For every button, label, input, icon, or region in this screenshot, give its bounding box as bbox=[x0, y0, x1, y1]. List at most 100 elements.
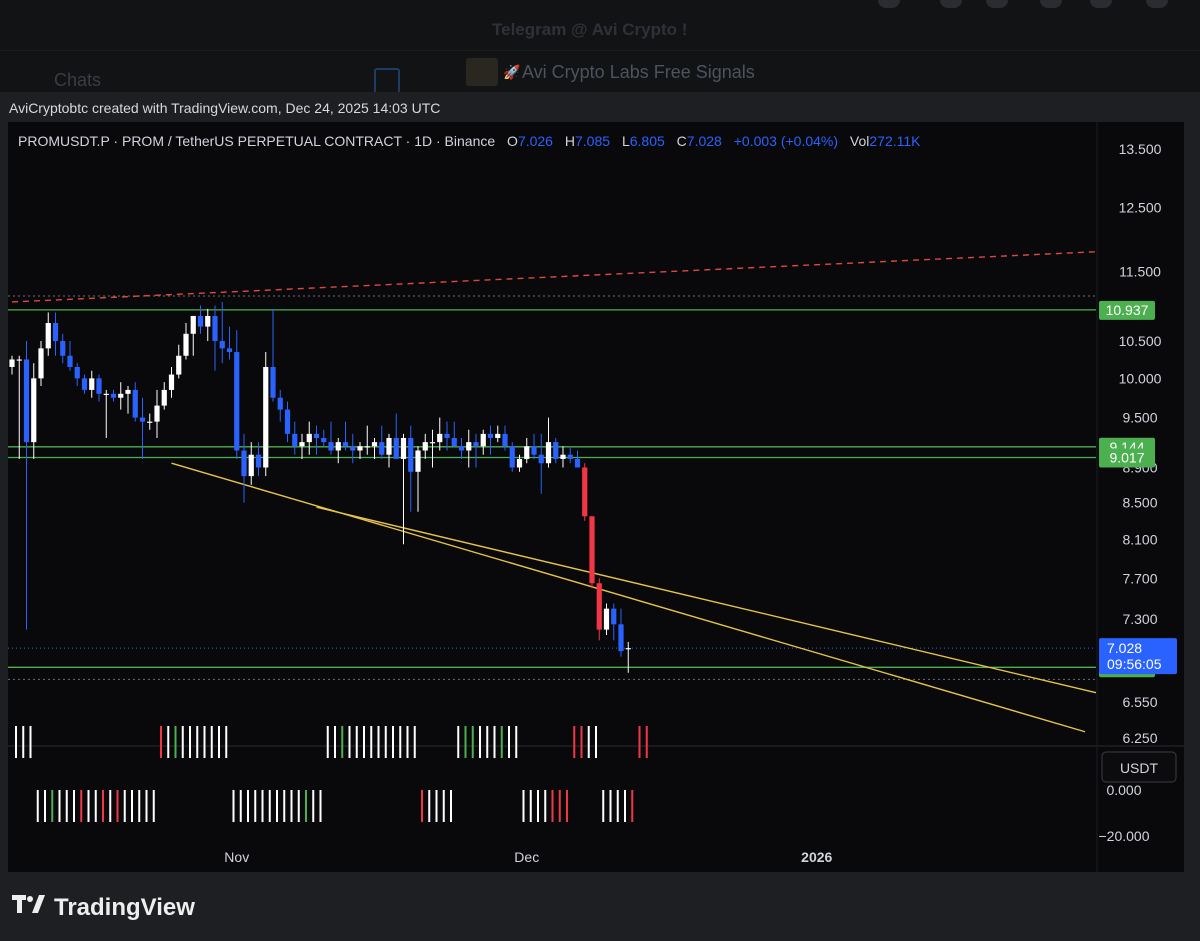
channel-name[interactable]: Avi Crypto Labs Free Signals bbox=[522, 62, 755, 83]
indicator-tick-label: 0.000 bbox=[1106, 782, 1141, 798]
current-price-text: 7.028 bbox=[1107, 640, 1142, 656]
tradingview-logo-icon bbox=[12, 893, 46, 922]
titlebar-icon[interactable] bbox=[1040, 0, 1062, 8]
titlebar-icon[interactable] bbox=[1146, 0, 1168, 8]
high-label: H bbox=[565, 133, 575, 149]
titlebar-icon[interactable] bbox=[878, 0, 900, 8]
candle-body bbox=[321, 437, 327, 443]
x-tick-label: Dec bbox=[514, 849, 539, 865]
candle-body bbox=[400, 437, 407, 459]
candle-body bbox=[284, 409, 291, 434]
y-tick-label: 9.500 bbox=[1122, 410, 1157, 426]
channel-avatar[interactable] bbox=[466, 58, 498, 86]
candle-body bbox=[509, 446, 515, 468]
candle-body bbox=[67, 355, 73, 367]
telegram-divider bbox=[0, 50, 1200, 51]
candle-body bbox=[429, 442, 436, 444]
x-tick-label: Nov bbox=[224, 849, 249, 865]
candle-body bbox=[154, 405, 160, 422]
candle-body bbox=[263, 366, 269, 468]
candle-body bbox=[219, 341, 225, 349]
candle-body bbox=[103, 393, 109, 396]
indicator-tick-label: −20.000 bbox=[1099, 828, 1150, 844]
candle-body bbox=[313, 433, 320, 438]
candle-body bbox=[437, 433, 443, 443]
candle-body bbox=[574, 458, 581, 468]
candle-body bbox=[516, 458, 523, 468]
y-tick-label: 8.500 bbox=[1122, 495, 1157, 511]
candle-body bbox=[466, 442, 472, 451]
candle-body bbox=[197, 315, 204, 327]
candle-body bbox=[45, 323, 51, 349]
candle-body bbox=[89, 378, 95, 390]
tradingview-brand: TradingView bbox=[12, 893, 195, 922]
y-tick-label: 8.100 bbox=[1122, 532, 1157, 548]
candle-body bbox=[545, 442, 552, 464]
candle-body bbox=[205, 315, 211, 327]
candle-body bbox=[357, 446, 363, 451]
candle-body bbox=[60, 341, 66, 356]
candle-body bbox=[168, 374, 175, 390]
candle-body bbox=[38, 348, 44, 379]
candle-body bbox=[625, 648, 631, 650]
candle-body bbox=[110, 393, 117, 398]
candle-body bbox=[176, 355, 182, 375]
volume-label: Vol bbox=[850, 133, 869, 149]
titlebar-icon[interactable] bbox=[1090, 0, 1112, 8]
candle-body bbox=[386, 437, 392, 455]
candle-body bbox=[560, 454, 566, 459]
x-tick-label: 2026 bbox=[801, 849, 832, 865]
candle-body bbox=[589, 516, 595, 584]
y-tick-label: 7.700 bbox=[1122, 570, 1157, 586]
candle-body bbox=[408, 437, 414, 472]
close-value: 7.028 bbox=[687, 133, 722, 149]
candle-body bbox=[415, 450, 421, 472]
candle-body bbox=[379, 442, 385, 455]
y-tick-label: 10.000 bbox=[1119, 370, 1162, 386]
candle-body bbox=[306, 433, 312, 443]
candle-body bbox=[618, 624, 624, 652]
candle-body bbox=[132, 389, 138, 418]
countdown-text: 09:56:05 bbox=[1107, 656, 1162, 672]
candle-body bbox=[226, 348, 233, 353]
chart-panel[interactable]: 0.000 −20.000 13.500 12.500 11.500 10.500 10.… bbox=[8, 122, 1184, 872]
usdt-button[interactable]: USDT bbox=[1101, 751, 1177, 783]
candle-body bbox=[458, 446, 465, 451]
candle-body bbox=[31, 378, 37, 443]
telegram-window-bar: Telegram @ Avi Crypto ! Chats 🚀 Avi Cryp… bbox=[0, 0, 1200, 94]
candle-body bbox=[328, 442, 334, 451]
usdt-button-label: USDT bbox=[1120, 760, 1159, 776]
candle-body bbox=[364, 446, 370, 448]
chart-canvas[interactable]: 0.000 −20.000 13.500 12.500 11.500 10.500 10.… bbox=[8, 122, 1184, 872]
candle-body bbox=[212, 315, 218, 342]
candle-body bbox=[183, 333, 189, 356]
symbol-header: PROMUSDT.P · PROM / TetherUS PERPETUAL C… bbox=[18, 133, 921, 149]
candle-body bbox=[596, 583, 602, 630]
candle-body bbox=[234, 352, 240, 451]
candle-body bbox=[52, 323, 59, 342]
candle-body bbox=[480, 433, 486, 447]
candle-body bbox=[23, 359, 30, 443]
candle-body bbox=[277, 397, 283, 410]
y-tick-label: 6.550 bbox=[1122, 694, 1157, 710]
candle-body bbox=[495, 433, 501, 438]
titlebar-icon[interactable] bbox=[940, 0, 962, 8]
candle-body bbox=[582, 467, 588, 517]
tradingview-wordmark: TradingView bbox=[54, 893, 195, 921]
candle-body bbox=[190, 315, 196, 334]
low-label: L bbox=[622, 133, 630, 149]
rocket-icon: 🚀 bbox=[503, 64, 521, 80]
compose-icon[interactable] bbox=[374, 68, 400, 94]
candle-body bbox=[451, 437, 457, 447]
candle-body bbox=[16, 359, 22, 361]
candle-body bbox=[611, 608, 617, 625]
close-label: C bbox=[677, 133, 687, 149]
candle-body bbox=[147, 421, 153, 423]
candle-body bbox=[393, 437, 399, 459]
candle-body bbox=[538, 454, 544, 464]
titlebar-icon[interactable] bbox=[986, 0, 1008, 8]
candle-body bbox=[139, 417, 146, 422]
candle-body bbox=[255, 454, 262, 468]
y-tick-label: 7.300 bbox=[1122, 611, 1157, 627]
candle-body bbox=[248, 454, 254, 477]
